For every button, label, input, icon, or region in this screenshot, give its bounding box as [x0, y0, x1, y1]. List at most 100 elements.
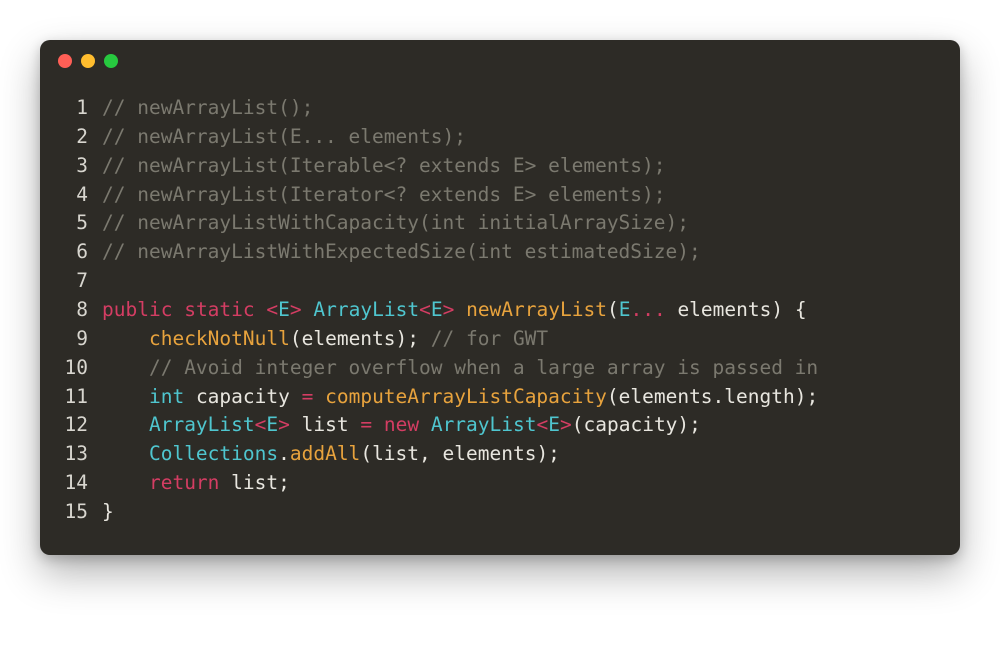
- line-number: 4: [40, 181, 102, 210]
- token: elements: [443, 442, 537, 465]
- code-line[interactable]: 7: [40, 267, 960, 296]
- code-area[interactable]: 1// newArrayList();2// newArrayList(E...…: [40, 82, 960, 555]
- token: >: [290, 298, 302, 321]
- line-content[interactable]: return list;: [102, 469, 960, 498]
- code-line[interactable]: 13 Collections.addAll(list, elements);: [40, 440, 960, 469]
- code-line[interactable]: 3// newArrayList(Iterable<? extends E> e…: [40, 152, 960, 181]
- token: [419, 413, 431, 436]
- line-number: 12: [40, 411, 102, 440]
- token: // Avoid integer overflow when a large a…: [149, 356, 818, 379]
- code-line[interactable]: 2// newArrayList(E... elements);: [40, 123, 960, 152]
- code-line[interactable]: 11 int capacity = computeArrayListCapaci…: [40, 383, 960, 412]
- code-line[interactable]: 4// newArrayList(Iterator<? extends E> e…: [40, 181, 960, 210]
- code-line[interactable]: 8public static <E> ArrayList<E> newArray…: [40, 296, 960, 325]
- line-content[interactable]: // newArrayList();: [102, 94, 960, 123]
- token: // newArrayList(Iterator<? extends E> el…: [102, 183, 666, 206]
- token: int: [149, 385, 184, 408]
- token: ArrayList: [431, 413, 537, 436]
- line-number: 3: [40, 152, 102, 181]
- token: >: [443, 298, 455, 321]
- token: computeArrayListCapacity: [325, 385, 607, 408]
- token: list: [372, 442, 419, 465]
- token: capacity: [584, 413, 678, 436]
- token: .: [278, 442, 290, 465]
- code-line[interactable]: 14 return list;: [40, 469, 960, 498]
- token: ;: [278, 471, 290, 494]
- token: (: [607, 385, 619, 408]
- token: elements: [666, 298, 772, 321]
- line-number: 14: [40, 469, 102, 498]
- token: }: [102, 500, 114, 523]
- token: );: [795, 385, 818, 408]
- token: length: [724, 385, 794, 408]
- token: // newArrayList(E... elements);: [102, 125, 466, 148]
- token: [172, 298, 184, 321]
- line-number: 15: [40, 498, 102, 527]
- code-window: 1// newArrayList();2// newArrayList(E...…: [40, 40, 960, 555]
- line-content[interactable]: // newArrayList(Iterator<? extends E> el…: [102, 181, 960, 210]
- line-number: 6: [40, 238, 102, 267]
- token: [102, 327, 149, 350]
- code-line[interactable]: 12 ArrayList<E> list = new ArrayList<E>(…: [40, 411, 960, 440]
- minimize-icon[interactable]: [81, 54, 95, 68]
- token: E: [266, 413, 278, 436]
- code-line[interactable]: 1// newArrayList();: [40, 94, 960, 123]
- line-content[interactable]: checkNotNull(elements); // for GWT: [102, 325, 960, 354]
- token: =: [360, 413, 372, 436]
- code-line[interactable]: 9 checkNotNull(elements); // for GWT: [40, 325, 960, 354]
- token: <: [419, 298, 431, 321]
- line-number: 5: [40, 209, 102, 238]
- token: .: [713, 385, 725, 408]
- token: elements: [619, 385, 713, 408]
- token: E: [431, 298, 443, 321]
- line-number: 2: [40, 123, 102, 152]
- line-content[interactable]: // newArrayList(Iterable<? extends E> el…: [102, 152, 960, 181]
- token: [102, 385, 149, 408]
- line-content[interactable]: ArrayList<E> list = new ArrayList<E>(cap…: [102, 411, 960, 440]
- token: public: [102, 298, 172, 321]
- line-content[interactable]: int capacity = computeArrayListCapacity(…: [102, 383, 960, 412]
- token: // newArrayListWithExpectedSize(int esti…: [102, 240, 701, 263]
- line-content[interactable]: public static <E> ArrayList<E> newArrayL…: [102, 296, 960, 325]
- token: E: [548, 413, 560, 436]
- token: elements: [302, 327, 396, 350]
- token: =: [302, 385, 314, 408]
- token: [102, 471, 149, 494]
- token: <: [255, 413, 267, 436]
- line-content[interactable]: // newArrayList(E... elements);: [102, 123, 960, 152]
- token: E: [278, 298, 290, 321]
- line-content[interactable]: Collections.addAll(list, elements);: [102, 440, 960, 469]
- code-line[interactable]: 6// newArrayListWithExpectedSize(int est…: [40, 238, 960, 267]
- token: ,: [419, 442, 442, 465]
- line-content[interactable]: // newArrayListWithCapacity(int initialA…: [102, 209, 960, 238]
- line-number: 1: [40, 94, 102, 123]
- token: (: [360, 442, 372, 465]
- token: );: [536, 442, 559, 465]
- line-content[interactable]: }: [102, 498, 960, 527]
- line-number: 10: [40, 354, 102, 383]
- token: // newArrayList();: [102, 96, 313, 119]
- code-line[interactable]: 5// newArrayListWithCapacity(int initial…: [40, 209, 960, 238]
- line-content[interactable]: // newArrayListWithExpectedSize(int esti…: [102, 238, 960, 267]
- maximize-icon[interactable]: [104, 54, 118, 68]
- token: [102, 442, 149, 465]
- token: E: [619, 298, 631, 321]
- token: ) {: [771, 298, 806, 321]
- token: list: [290, 413, 360, 436]
- token: [302, 298, 314, 321]
- token: checkNotNull: [149, 327, 290, 350]
- line-content[interactable]: [102, 267, 960, 296]
- token: [313, 385, 325, 408]
- close-icon[interactable]: [58, 54, 72, 68]
- token: >: [278, 413, 290, 436]
- token: // newArrayListWithCapacity(int initialA…: [102, 211, 689, 234]
- line-content[interactable]: // Avoid integer overflow when a large a…: [102, 354, 960, 383]
- token: return: [149, 471, 219, 494]
- token: // newArrayList(Iterable<? extends E> el…: [102, 154, 666, 177]
- token: ArrayList: [313, 298, 419, 321]
- token: >: [560, 413, 572, 436]
- token: // for GWT: [431, 327, 548, 350]
- token: newArrayList: [466, 298, 607, 321]
- code-line[interactable]: 10 // Avoid integer overflow when a larg…: [40, 354, 960, 383]
- code-line[interactable]: 15}: [40, 498, 960, 527]
